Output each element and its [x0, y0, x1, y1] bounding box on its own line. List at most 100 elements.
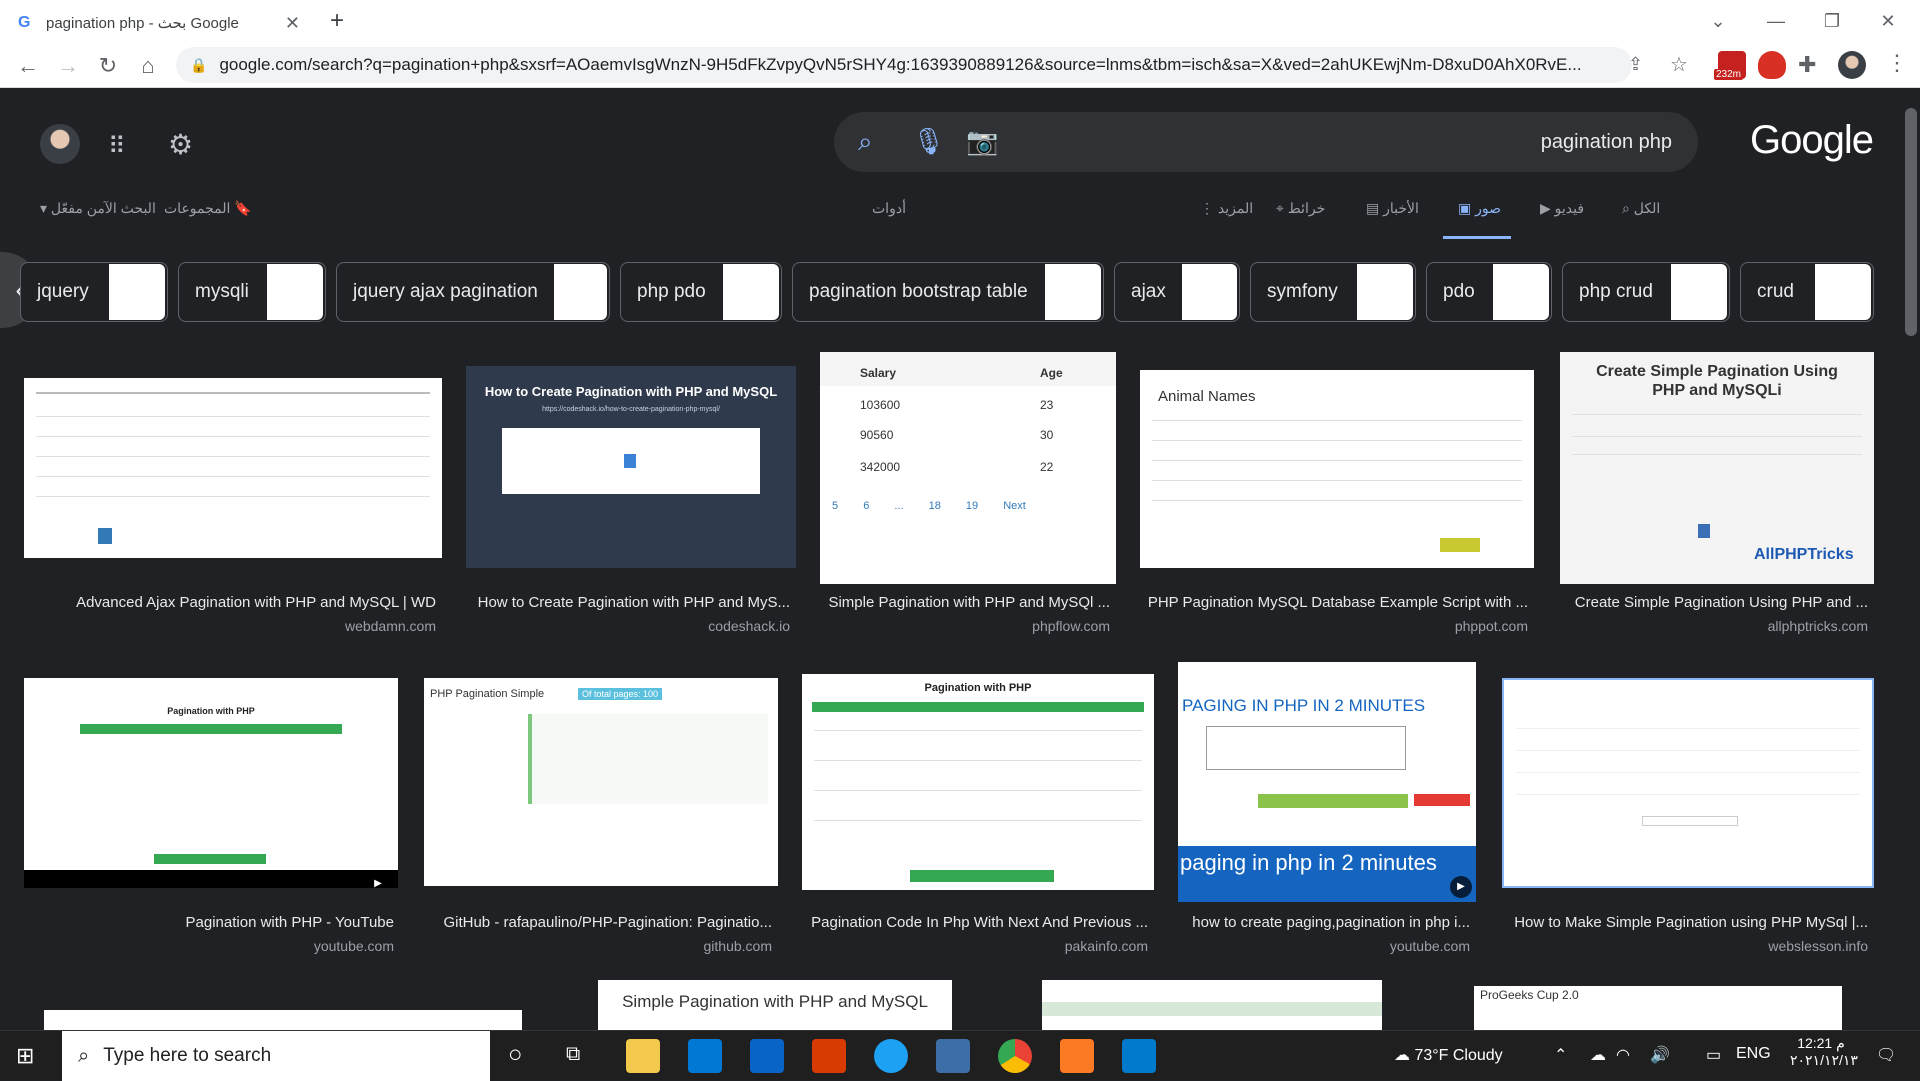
browser-tab[interactable]: G pagination php - بحث Google ✕ [6, 4, 312, 42]
result-caption[interactable]: How to Make Simple Pagination using PHP … [1502, 914, 1868, 931]
chip-jquery[interactable]: jquery [20, 262, 168, 322]
result-image[interactable]: Animal Names [1140, 370, 1534, 568]
result-source[interactable]: webslesson.info [1502, 938, 1868, 954]
share-icon[interactable]: ⇪ [1628, 54, 1643, 75]
task-view-icon[interactable]: ⧉ [566, 1043, 580, 1066]
result-image[interactable]: ProGeeks Cup 2.0 [1474, 986, 1842, 1030]
windows-start-icon[interactable]: ⊞ [16, 1043, 34, 1069]
xampp-icon[interactable] [1060, 1039, 1094, 1073]
wifi-icon[interactable]: ◠ [1616, 1045, 1630, 1065]
chip-mysqli[interactable]: mysqli [178, 262, 326, 322]
result-image[interactable] [1502, 678, 1874, 888]
chip-jquery-ajax-pagination[interactable]: jquery ajax pagination [336, 262, 610, 322]
restore-button[interactable]: ❐ [1810, 6, 1854, 36]
vscode-icon[interactable] [1122, 1039, 1156, 1073]
google-logo[interactable]: Google [1750, 118, 1874, 163]
chrome-icon[interactable] [998, 1039, 1032, 1073]
address-bar[interactable]: 🔒 google.com/search?q=pagination+php&sxs… [176, 47, 1632, 83]
tab-news[interactable]: ▤ الأخبار [1366, 200, 1419, 217]
clock[interactable]: 12:21 م ٢٠٢١/١٢/١٣ [1790, 1035, 1858, 1069]
result-source[interactable]: github.com [424, 938, 772, 954]
result-image[interactable]: PAGING IN PHP IN 2 MINUTES paging in php… [1178, 662, 1476, 902]
tab-images[interactable]: ▣ صور [1458, 200, 1501, 217]
close-tab-icon[interactable]: ✕ [285, 13, 300, 34]
menu-dots-icon[interactable]: ⋮ [1886, 50, 1908, 76]
result-image[interactable]: PHP Pagination Simple Of total pages: 10… [424, 678, 778, 886]
result-image[interactable]: Simple Pagination with PHP and MySQL [598, 980, 952, 1030]
scrollbar-thumb[interactable] [1905, 108, 1917, 336]
search-icon[interactable]: ⌕ [858, 126, 873, 158]
camera-icon[interactable]: 📷 [966, 126, 998, 157]
tab-videos[interactable]: ▶ فيديو [1540, 200, 1584, 217]
search-input[interactable]: pagination php [1541, 131, 1672, 154]
safesearch-button[interactable]: ▾ البحث الآمن مفعّل [40, 200, 156, 217]
weather-widget[interactable]: ☁ 73°F Cloudy [1394, 1045, 1503, 1065]
tab-more[interactable]: ⋮ المزيد [1200, 200, 1253, 217]
apps-grid-icon[interactable]: ⠿ [108, 132, 126, 161]
result-caption[interactable]: GitHub - rafapaulino/PHP-Pagination: Pag… [424, 914, 772, 931]
result-source[interactable]: codeshack.io [466, 618, 790, 634]
new-tab-button[interactable]: + [320, 6, 354, 36]
collections-button[interactable]: المجموعات 🔖 [164, 200, 252, 217]
result-image[interactable]: How to Create Pagination with PHP and My… [466, 366, 796, 568]
result-source[interactable]: webdamn.com [24, 618, 436, 634]
store-icon[interactable] [688, 1039, 722, 1073]
result-source[interactable]: youtube.com [24, 938, 394, 954]
taskbar-search[interactable]: ⌕ Type here to search [62, 1031, 490, 1081]
office-icon[interactable] [812, 1039, 846, 1073]
forward-button[interactable]: → [52, 50, 84, 82]
pinned-app-icon[interactable] [936, 1039, 970, 1073]
avatar[interactable] [40, 124, 80, 164]
tab-search-icon[interactable]: ⌄ [1696, 6, 1740, 36]
minimize-button[interactable]: — [1754, 6, 1798, 36]
tray-chevron-icon[interactable]: ⌃ [1554, 1045, 1567, 1065]
chip-pagination-bootstrap-table[interactable]: pagination bootstrap table [792, 262, 1104, 322]
mail-icon[interactable] [750, 1039, 784, 1073]
result-caption[interactable]: how to create paging,pagination in php i… [1178, 914, 1470, 931]
onedrive-icon[interactable]: ☁ [1590, 1045, 1606, 1065]
extensions-puzzle-icon[interactable]: ✚ [1798, 52, 1816, 78]
chip-crud[interactable]: crud [1740, 262, 1874, 322]
result-image[interactable] [1042, 980, 1382, 1030]
volume-icon[interactable]: 🔊 [1650, 1045, 1670, 1065]
file-explorer-icon[interactable] [626, 1039, 660, 1073]
result-source[interactable]: pakainfo.com [802, 938, 1148, 954]
mic-icon[interactable]: 🎙 [912, 126, 945, 157]
gear-icon[interactable]: ⚙ [168, 128, 193, 161]
shield-extension-icon[interactable] [1758, 51, 1786, 79]
result-image[interactable]: Pagination with PHP ▶ [24, 678, 398, 888]
profile-avatar[interactable] [1838, 51, 1866, 79]
chip-symfony[interactable]: symfony [1250, 262, 1416, 322]
result-image[interactable]: Pagination with PHP [802, 674, 1154, 890]
chip-php-crud[interactable]: php crud [1562, 262, 1730, 322]
result-caption[interactable]: Pagination Code In Php With Next And Pre… [802, 914, 1148, 931]
result-image[interactable]: Salary Age 103600 23 90560 30 342000 22 … [820, 352, 1116, 584]
result-caption[interactable]: Create Simple Pagination Using PHP and .… [1560, 594, 1868, 611]
home-button[interactable]: ⌂ [132, 50, 164, 82]
tools-button[interactable]: أدوات [872, 200, 906, 217]
search-box[interactable]: ⌕ 🎙 📷 pagination php [834, 112, 1698, 172]
language-indicator[interactable]: ENG [1736, 1045, 1771, 1063]
chip-ajax[interactable]: ajax [1114, 262, 1240, 322]
result-source[interactable]: allphptricks.com [1560, 618, 1868, 634]
cortana-icon[interactable]: ○ [508, 1041, 523, 1069]
chip-php-pdo[interactable]: php pdo [620, 262, 782, 322]
back-button[interactable]: ← [12, 50, 44, 82]
result-caption[interactable]: How to Create Pagination with PHP and My… [466, 594, 790, 611]
result-caption[interactable]: Advanced Ajax Pagination with PHP and My… [24, 594, 436, 611]
chip-pdo[interactable]: pdo [1426, 262, 1552, 322]
notifications-icon[interactable]: 🗨 [1876, 1045, 1896, 1065]
battery-icon[interactable]: ▭ [1706, 1045, 1721, 1065]
result-caption[interactable]: Simple Pagination with PHP and MySQl ... [820, 594, 1110, 611]
result-caption[interactable]: PHP Pagination MySQL Database Example Sc… [1140, 594, 1528, 611]
result-source[interactable]: phpflow.com [820, 618, 1110, 634]
reload-button[interactable]: ↻ [92, 50, 124, 82]
tab-maps[interactable]: ⌖ خرائط [1276, 200, 1325, 217]
tab-all[interactable]: ⌕ الكل [1622, 200, 1660, 217]
result-source[interactable]: youtube.com [1178, 938, 1470, 954]
result-source[interactable]: phppot.com [1140, 618, 1528, 634]
result-caption[interactable]: Pagination with PHP - YouTube [24, 914, 394, 931]
result-image[interactable]: Create Simple Pagination Using PHP and M… [1560, 352, 1874, 584]
edge-icon[interactable] [874, 1039, 908, 1073]
close-window-button[interactable]: ✕ [1866, 6, 1910, 36]
